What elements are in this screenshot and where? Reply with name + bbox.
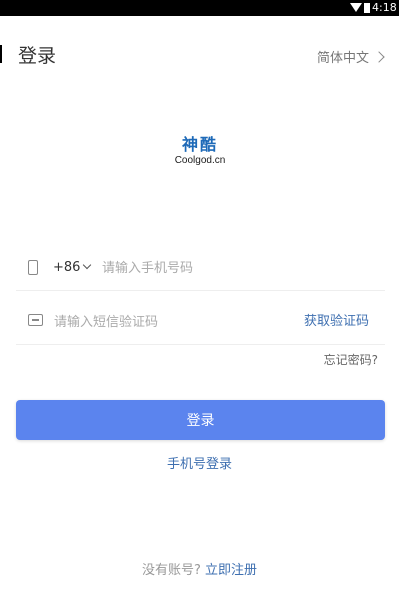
- edge-marker: [0, 45, 2, 63]
- message-icon: [28, 314, 43, 326]
- battery-icon: [364, 3, 370, 13]
- logo-domain: Coolgod.cn: [174, 155, 226, 166]
- chevron-down-icon: [83, 260, 92, 270]
- phone-row: +86: [16, 246, 385, 291]
- phone-icon: [28, 260, 38, 275]
- page-title: 登录: [18, 45, 57, 67]
- phone-icon-wrap: [28, 260, 38, 275]
- logo-chinese: 神酷: [181, 135, 218, 154]
- sms-code-input[interactable]: [54, 312, 284, 332]
- country-code: +86: [53, 260, 81, 275]
- register-prompt: 没有账号? 立即注册: [0, 562, 399, 580]
- get-code-button[interactable]: 获取验证码: [304, 313, 369, 331]
- login-button[interactable]: 登录: [16, 400, 385, 440]
- chevron-right-icon: [373, 51, 385, 63]
- no-account-text: 没有账号?: [142, 563, 201, 578]
- code-row: 获取验证码: [16, 300, 385, 345]
- phone-login-wrap: 手机号登录: [0, 456, 399, 474]
- phone-input[interactable]: [102, 258, 362, 278]
- wifi-icon: [350, 3, 362, 12]
- country-code-selector[interactable]: +86: [53, 259, 92, 277]
- status-time: 4:18: [372, 1, 397, 14]
- status-bar: 4:18: [0, 0, 399, 16]
- register-link[interactable]: 立即注册: [205, 563, 257, 578]
- logo: 神酷 Coolgod.cn: [160, 136, 240, 168]
- phone-login-link[interactable]: 手机号登录: [167, 457, 232, 472]
- message-icon-wrap: [28, 314, 43, 326]
- language-label: 简体中文: [316, 51, 369, 66]
- forgot-password-link[interactable]: 忘记密码?: [324, 352, 378, 368]
- language-selector[interactable]: 简体中文: [316, 50, 385, 68]
